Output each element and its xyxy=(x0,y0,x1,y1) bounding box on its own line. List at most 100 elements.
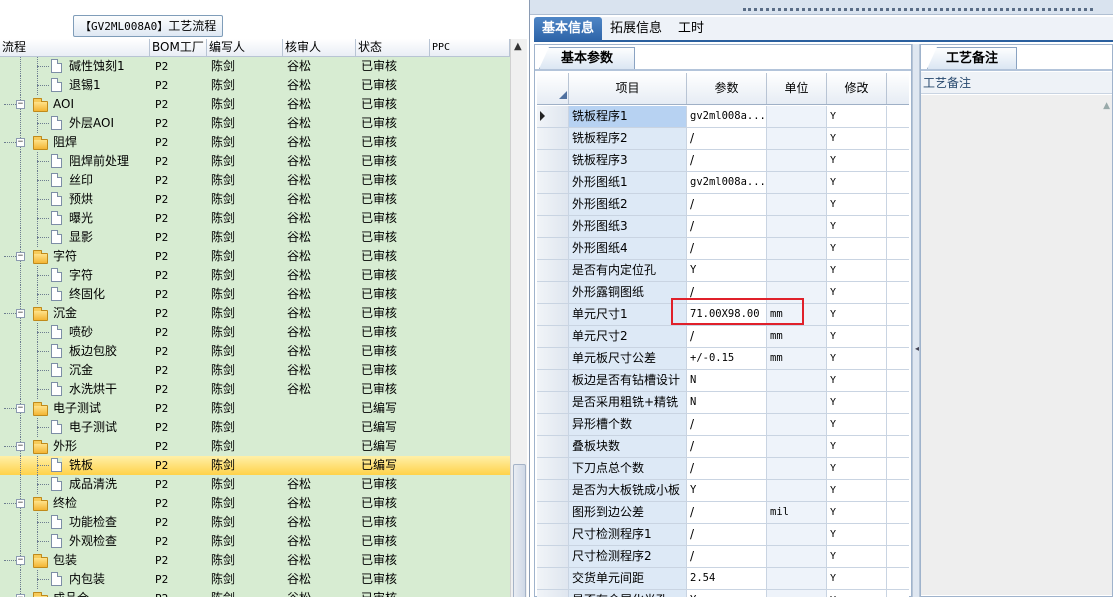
param-modify[interactable]: Y xyxy=(827,568,887,589)
param-item[interactable]: 是否有金属化半孔 xyxy=(569,590,687,597)
row-indicator[interactable] xyxy=(537,194,569,215)
param-row[interactable]: 尺寸检测程序1/ Y xyxy=(537,524,909,546)
tree-step-row[interactable]: 水洗烘干 P2 陈剑 谷松 已审核 xyxy=(0,380,510,399)
param-modify[interactable]: Y xyxy=(827,370,887,391)
tree-folder-row[interactable]: − 阻焊 P2 陈剑 谷松 已审核 xyxy=(0,133,510,152)
tree-folder-row[interactable]: − 外形 P2 陈剑 已编写 xyxy=(0,437,510,456)
param-unit[interactable] xyxy=(767,524,827,545)
param-modify[interactable]: Y xyxy=(827,260,887,281)
param-modify[interactable]: Y xyxy=(827,128,887,149)
tree-step-row[interactable]: 成品清洗 P2 陈剑 谷松 已审核 xyxy=(0,475,510,494)
param-row[interactable]: 板边是否有钻槽设计 N Y xyxy=(537,370,909,392)
param-modify[interactable]: Y xyxy=(827,458,887,479)
param-modify[interactable]: Y xyxy=(827,238,887,259)
param-row[interactable]: 异形槽个数 / Y xyxy=(537,414,909,436)
row-indicator[interactable] xyxy=(537,524,569,545)
row-indicator[interactable] xyxy=(537,326,569,347)
param-item[interactable]: 尺寸检测程序1 xyxy=(569,524,687,545)
col-value[interactable]: 参数 xyxy=(687,73,767,104)
param-modify[interactable]: Y xyxy=(827,546,887,567)
tree-step-row[interactable]: 铣板 P2 陈剑 已编写 xyxy=(0,456,510,475)
tree-step-row[interactable]: 字符 P2 陈剑 谷松 已审核 xyxy=(0,266,510,285)
param-item[interactable]: 叠板块数 xyxy=(569,436,687,457)
param-item[interactable]: 铣板程序3 xyxy=(569,150,687,171)
param-row[interactable]: 铣板程序1 gv2ml008a... Y xyxy=(537,106,909,128)
row-indicator[interactable] xyxy=(537,260,569,281)
param-value[interactable]: Y xyxy=(687,480,767,501)
row-indicator[interactable] xyxy=(537,238,569,259)
scroll-up-icon[interactable]: ▲ xyxy=(1103,101,1110,111)
param-item[interactable]: 单元板尺寸公差 xyxy=(569,348,687,369)
param-value[interactable]: / xyxy=(687,326,767,347)
notes-editor[interactable] xyxy=(921,95,1112,595)
param-value[interactable]: / xyxy=(687,414,767,435)
tree-step-row[interactable]: 内包装 P2 陈剑 谷松 已审核 xyxy=(0,570,510,589)
param-unit[interactable] xyxy=(767,436,827,457)
param-modify[interactable]: Y xyxy=(827,392,887,413)
param-value[interactable]: Y xyxy=(687,590,767,597)
param-modify[interactable]: Y xyxy=(827,436,887,457)
tree-folder-row[interactable]: − 电子测试 P2 陈剑 已编写 xyxy=(0,399,510,418)
col-modify[interactable]: 修改 xyxy=(827,73,887,104)
param-item[interactable]: 是否采用粗铣+精铣 xyxy=(569,392,687,413)
collapse-icon[interactable]: − xyxy=(16,309,25,318)
param-modify[interactable]: Y xyxy=(827,150,887,171)
tree-step-row[interactable]: 显影 P2 陈剑 谷松 已审核 xyxy=(0,228,510,247)
row-indicator[interactable] xyxy=(537,480,569,501)
pane-splitter[interactable]: ◂ xyxy=(912,44,920,597)
param-modify[interactable]: Y xyxy=(827,194,887,215)
param-modify[interactable]: Y xyxy=(827,282,887,303)
col-writer[interactable]: 编写人 xyxy=(207,39,283,56)
param-value[interactable]: / xyxy=(687,150,767,171)
collapse-icon[interactable]: − xyxy=(16,100,25,109)
param-row[interactable]: 是否采用粗铣+精铣 N Y xyxy=(537,392,909,414)
param-unit[interactable]: mm xyxy=(767,348,827,369)
param-modify[interactable]: Y xyxy=(827,524,887,545)
param-value[interactable]: +/-0.15 xyxy=(687,348,767,369)
tree-folder-row[interactable]: − 包装 P2 陈剑 谷松 已审核 xyxy=(0,551,510,570)
param-row[interactable]: 铣板程序2/ Y xyxy=(537,128,909,150)
param-modify[interactable]: Y xyxy=(827,216,887,237)
param-unit[interactable] xyxy=(767,480,827,501)
param-row[interactable]: 外形图纸4/ Y xyxy=(537,238,909,260)
param-row[interactable]: 单元尺寸2/mm Y xyxy=(537,326,909,348)
scroll-thumb[interactable] xyxy=(513,464,526,597)
param-row[interactable]: 铣板程序3/ Y xyxy=(537,150,909,172)
param-item[interactable]: 单元尺寸2 xyxy=(569,326,687,347)
row-indicator[interactable] xyxy=(537,128,569,149)
tab-extended-info[interactable]: 拓展信息 xyxy=(602,17,670,41)
param-row[interactable]: 尺寸检测程序2/ Y xyxy=(537,546,909,568)
param-modify[interactable]: Y xyxy=(827,590,887,597)
param-value[interactable]: / xyxy=(687,128,767,149)
scroll-up-icon[interactable]: ▲ xyxy=(514,41,522,52)
tree-step-row[interactable]: 电子测试 P2 陈剑 已编写 xyxy=(0,418,510,437)
row-indicator[interactable] xyxy=(537,304,569,325)
row-indicator[interactable] xyxy=(537,414,569,435)
col-unit[interactable]: 单位 xyxy=(767,73,827,104)
row-indicator[interactable] xyxy=(537,106,569,127)
collapse-icon[interactable]: − xyxy=(16,138,25,147)
col-item[interactable]: 项目 xyxy=(569,73,687,104)
param-value[interactable]: N xyxy=(687,392,767,413)
param-unit[interactable] xyxy=(767,216,827,237)
param-row[interactable]: 下刀点总个数 / Y xyxy=(537,458,909,480)
row-indicator[interactable] xyxy=(537,392,569,413)
tree-step-row[interactable]: 外层AOI P2 陈剑 谷松 已审核 xyxy=(0,114,510,133)
param-row[interactable]: 是否有金属化半孔YY xyxy=(537,590,909,597)
tab-basic-info[interactable]: 基本信息 xyxy=(534,17,603,41)
param-value[interactable]: Y xyxy=(687,260,767,281)
tree-scrollbar[interactable]: ▲ ≡ xyxy=(510,39,527,597)
tree-step-row[interactable]: 沉金 P2 陈剑 谷松 已审核 xyxy=(0,361,510,380)
param-modify[interactable]: Y xyxy=(827,304,887,325)
tree-step-row[interactable]: 功能检查 P2 陈剑 谷松 已审核 xyxy=(0,513,510,532)
param-value[interactable]: / xyxy=(687,238,767,259)
collapse-icon[interactable]: − xyxy=(16,499,25,508)
param-unit[interactable] xyxy=(767,260,827,281)
col-status[interactable]: 状态 xyxy=(356,39,430,56)
param-item[interactable]: 外形图纸1 xyxy=(569,172,687,193)
tree-folder-row[interactable]: − AOI P2 陈剑 谷松 已审核 xyxy=(0,95,510,114)
param-value[interactable]: gv2ml008a... xyxy=(687,106,767,127)
param-modify[interactable]: Y xyxy=(827,348,887,369)
param-item[interactable]: 交货单元间距 xyxy=(569,568,687,589)
row-indicator[interactable] xyxy=(537,282,569,303)
